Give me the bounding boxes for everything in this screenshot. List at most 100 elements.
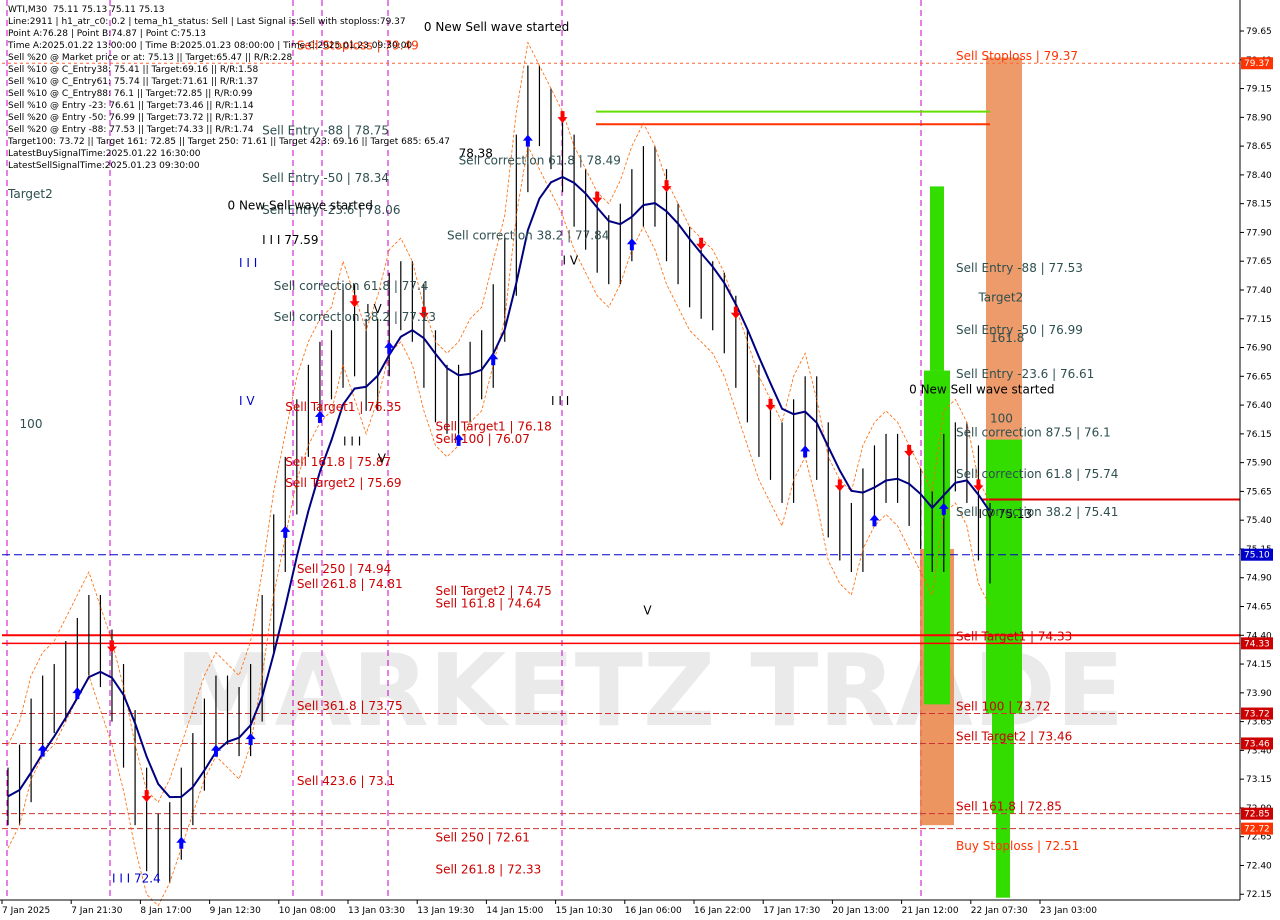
chart-annotation: Sell correction 61.8 | 78.49: [459, 154, 621, 168]
level-label: Sell correction 38.2 | 75.41: [956, 505, 1118, 519]
info-line: Time A:2025.01.22 13:00:00 | Time B:2025…: [8, 41, 413, 51]
info-line: Sell %20 @ Market price or at: 75.13 || …: [8, 53, 293, 63]
info-line: Sell %10 @ C_Entry88: 76.1 || Target:72.…: [8, 89, 253, 99]
price-tick-label: 77.65: [1246, 257, 1272, 267]
level-label: Sell 161.8 | 72.85: [956, 800, 1062, 814]
price-badge-text: 72.72: [1244, 825, 1270, 835]
chart-annotation: I I I: [239, 256, 257, 270]
price-tick-label: 75.90: [1246, 459, 1272, 469]
price-badge-text: 73.46: [1244, 739, 1270, 749]
info-line: Point A:76.28 | Point B:74.87 | Point C:…: [8, 29, 206, 39]
chart-annotation: Sell 161.8 | 75.87: [285, 455, 391, 469]
time-tick-label: 13 Jan 03:30: [348, 906, 405, 916]
chart-annotation: Sell 261.8 | 72.33: [435, 863, 541, 877]
level-label: Sell Entry -88 | 77.53: [956, 261, 1083, 275]
info-line: Sell %20 @ Entry -50: 76.99 || Target:73…: [8, 113, 254, 123]
chart-annotation: I I I 72.4: [112, 872, 161, 886]
chart-annotation: Sell 361.8 | 73.75: [297, 699, 403, 713]
chart-annotation: I V: [239, 394, 255, 408]
price-tick-label: 72.40: [1246, 861, 1272, 871]
chart-annotation: I I I: [551, 394, 569, 408]
info-line: LatestBuySignalTime:2025.01.22 16:30:00: [8, 149, 201, 159]
level-label: Sell 100 | 73.72: [956, 700, 1050, 714]
chart-annotation: Sell 423.6 | 73.1: [297, 774, 395, 788]
level-label: Sell Stoploss | 79.37: [956, 49, 1078, 63]
chart-annotation: 100: [990, 411, 1013, 425]
chart-annotation: Sell Entry -50 | 78.34: [262, 171, 389, 185]
target-zone-tail: [996, 813, 1010, 898]
chart-annotation: Sell Target1 | 76.35: [285, 400, 401, 414]
price-tick-label: 74.65: [1246, 603, 1272, 613]
chart-annotation: I V: [563, 254, 579, 268]
info-line: Sell %10 @ Entry -23: 76.61 || Target:73…: [8, 101, 254, 111]
time-tick-label: 7 Jan 21:30: [71, 906, 123, 916]
chart-annotation: Sell 250 | 74.94: [297, 562, 391, 576]
chart-annotation: Target2: [7, 187, 53, 201]
price-tick-label: 78.90: [1246, 113, 1272, 123]
time-tick-label: 20 Jan 13:00: [832, 906, 889, 916]
price-tick-label: 78.15: [1246, 200, 1272, 210]
time-tick-label: 7 Jan 2025: [2, 906, 50, 916]
price-badge-text: 72.85: [1244, 810, 1270, 820]
info-line: LatestSellSignalTime:2025.01.23 09:30:00: [8, 161, 200, 171]
level-label: Sell Entry -50 | 76.99: [956, 323, 1083, 337]
price-tick-label: 78.40: [1246, 171, 1272, 181]
chart-annotation: Sell correction 38.2 | 77.13: [274, 310, 436, 324]
chart-annotation: 0 New Sell wave started: [909, 383, 1054, 397]
price-badge-text: 74.33: [1244, 639, 1270, 649]
level-label: Sell correction 61.8 | 75.74: [956, 467, 1118, 481]
info-line: Sell %10 @ C_Entry61: 75.74 || Target:71…: [8, 77, 259, 87]
price-tick-label: 72.15: [1246, 890, 1272, 900]
price-badge-text: 73.72: [1244, 710, 1270, 720]
chart-annotation: Sell correction 61.8 | 77.4: [274, 279, 429, 293]
time-tick-label: 22 Jan 07:30: [971, 906, 1028, 916]
level-label: Sell Entry -23.6 | 76.61: [956, 367, 1094, 381]
info-line: Line:2911 | h1_atr_c0: 0.2 | tema_h1_sta…: [8, 17, 406, 27]
info-line: WTI,M30 75.11 75.13 75.11 75.13: [8, 5, 165, 15]
chart-annotation: Sell Target2 | 75.69: [285, 476, 401, 490]
price-tick-label: 79.65: [1246, 27, 1272, 37]
chart-annotation: Sell 261.8 | 74.81: [297, 577, 403, 591]
price-tick-label: 77.40: [1246, 286, 1272, 296]
price-tick-label: 74.90: [1246, 574, 1272, 584]
info-panel: WTI,M30 75.11 75.13 75.11 75.13 Line:2911…: [8, 4, 450, 172]
time-tick-label: 8 Jan 17:00: [140, 906, 192, 916]
price-tick-label: 76.40: [1246, 401, 1272, 411]
time-tick-label: 14 Jan 15:00: [486, 906, 543, 916]
info-line: Sell %20 @ Entry -88: 77.53 || Target:74…: [8, 125, 254, 135]
time-tick-label: 13 Jan 19:30: [417, 906, 474, 916]
price-tick-label: 73.15: [1246, 775, 1272, 785]
price-tick-label: 77.90: [1246, 228, 1272, 238]
price-tick-label: 75.65: [1246, 487, 1272, 497]
time-tick-label: 15 Jan 10:30: [556, 906, 613, 916]
chart-annotation: 0 New Sell wave started: [228, 198, 373, 212]
chart-annotation: 100: [20, 417, 43, 431]
price-tick-label: 78.65: [1246, 142, 1272, 152]
chart-annotation: Sell correction 38.2 | 77.84: [447, 228, 609, 242]
chart-annotation: Sell 100 | 76.07: [435, 432, 529, 446]
price-tick-label: 77.15: [1246, 315, 1272, 325]
chart-annotation: V: [643, 604, 652, 618]
level-label: Sell Target1 | 74.33: [956, 629, 1072, 643]
price-tick-label: 73.90: [1246, 689, 1272, 699]
info-line: Target100: 73.72 || Target 161: 72.85 ||…: [8, 137, 450, 147]
time-tick-label: 23 Jan 03:00: [1040, 906, 1097, 916]
level-label: Sell Target2 | 73.46: [956, 729, 1072, 743]
time-tick-label: 21 Jan 12:00: [902, 906, 959, 916]
price-tick-label: 79.15: [1246, 85, 1272, 95]
chart-annotation: Sell 161.8 | 74.64: [435, 597, 541, 611]
price-tick-label: 76.90: [1246, 344, 1272, 354]
price-tick-label: 75.40: [1246, 516, 1272, 526]
chart-annotation: I V: [366, 302, 382, 316]
buy-target-zone-top: [930, 186, 944, 371]
price-tick-label: 76.15: [1246, 430, 1272, 440]
buy-target-zone: [924, 370, 950, 705]
info-line: Sell %10 @ C_Entry38: 75.41 || Target:69…: [8, 65, 259, 75]
price-badge-text: 75.10: [1244, 551, 1270, 561]
level-label: Sell correction 87.5 | 76.1: [956, 426, 1111, 440]
level-label: Buy Stoploss | 72.51: [956, 839, 1079, 853]
time-tick-label: 10 Jan 08:00: [279, 906, 336, 916]
time-tick-label: 16 Jan 22:00: [694, 906, 751, 916]
chart-annotation: Target2: [977, 290, 1023, 304]
price-tick-label: 74.15: [1246, 660, 1272, 670]
